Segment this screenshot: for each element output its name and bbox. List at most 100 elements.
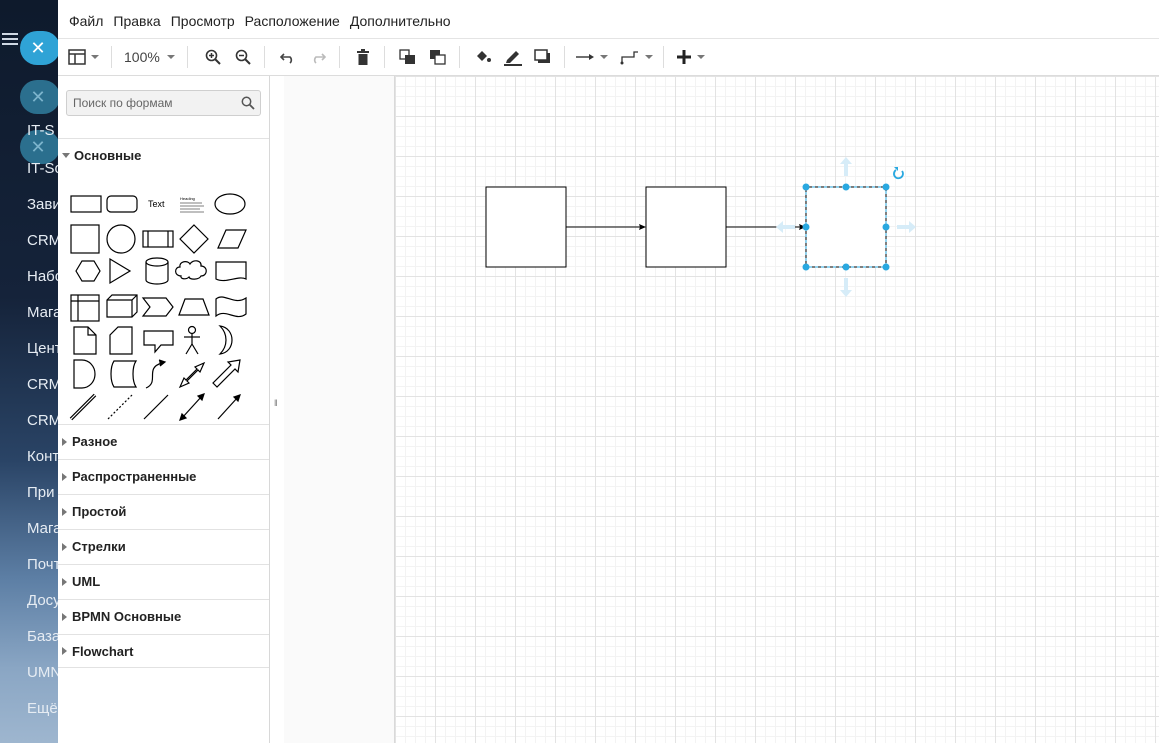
connect-arrow-up-icon[interactable] [840, 157, 852, 176]
shape-data-storage[interactable] [73, 359, 96, 389]
shape-note[interactable] [73, 326, 97, 355]
shape-hexagon[interactable] [75, 260, 101, 282]
background-app-item[interactable]: Мага [27, 304, 58, 321]
shape-document[interactable] [215, 261, 247, 282]
shape-ellipse[interactable] [214, 193, 246, 215]
to-front-button[interactable] [395, 44, 421, 70]
background-app-item[interactable]: Мага [27, 520, 58, 537]
diagram-page[interactable] [394, 76, 1159, 743]
close-bubble-icon[interactable]: ✕ [20, 31, 58, 65]
shape-cube[interactable] [106, 294, 138, 318]
zoom-in-button[interactable] [200, 44, 226, 70]
connect-arrow-down-icon[interactable] [840, 278, 852, 297]
connect-arrow-left-icon[interactable] [776, 221, 795, 233]
diagram-box-3[interactable] [805, 186, 887, 268]
shape-callout[interactable] [143, 330, 174, 354]
shape-square[interactable] [70, 224, 100, 254]
shape-cylinder[interactable] [145, 257, 169, 285]
menu-edit[interactable]: Правка [113, 13, 160, 29]
background-app-item[interactable]: UMN [27, 664, 58, 681]
shape-heading[interactable]: Heading [180, 196, 195, 201]
shape-curve-arrow[interactable] [145, 362, 163, 389]
resize-handle-ne[interactable] [882, 183, 890, 191]
shape-line[interactable] [143, 394, 169, 420]
shape-bidirectional-connector[interactable] [179, 393, 205, 421]
waypoints-dropdown[interactable] [620, 44, 653, 70]
section-arrows[interactable]: Стрелки [58, 529, 269, 563]
background-app-item[interactable]: Ещё [27, 700, 58, 717]
background-app-item[interactable]: Досу [27, 592, 58, 609]
shape-rounded-rectangle[interactable] [106, 195, 138, 213]
background-app-item[interactable]: CRM [27, 412, 58, 429]
search-icon[interactable] [241, 96, 255, 110]
shape-cloud[interactable] [175, 260, 207, 280]
shape-step[interactable] [141, 297, 174, 317]
background-app-item[interactable]: Цент [27, 340, 58, 357]
background-app-item[interactable]: CRM [27, 232, 58, 249]
menu-file[interactable]: Файл [69, 13, 103, 29]
insert-dropdown[interactable] [676, 44, 705, 70]
redo-button[interactable] [305, 44, 331, 70]
resize-handle-w[interactable] [802, 223, 810, 231]
shape-stored-data[interactable] [110, 360, 138, 388]
section-bpmn[interactable]: BPMN Основные [58, 599, 269, 633]
shape-parallelogram[interactable] [217, 229, 247, 249]
section-general[interactable]: Основные [58, 138, 269, 172]
shape-bidirectional-arrow[interactable] [178, 361, 206, 389]
menu-view[interactable]: Просмотр [171, 13, 235, 29]
menu-arrange[interactable]: Расположение [245, 13, 340, 29]
shape-dashed-line[interactable] [107, 394, 133, 420]
resize-handle-sw[interactable] [802, 263, 810, 271]
shape-circle[interactable] [106, 224, 136, 254]
close-bubble-icon[interactable]: ✕ [20, 80, 58, 114]
background-app-item[interactable]: Почт [27, 556, 58, 573]
shape-rectangle[interactable] [70, 195, 102, 213]
background-app-item[interactable]: CRM [27, 376, 58, 393]
hamburger-menu-icon[interactable] [2, 30, 18, 48]
background-app-item[interactable]: База [27, 628, 58, 645]
shape-single-arrow[interactable] [212, 359, 241, 388]
shape-tape[interactable] [215, 296, 247, 318]
rotate-handle-icon[interactable] [893, 167, 904, 180]
undo-button[interactable] [275, 44, 301, 70]
shape-directional-connector[interactable] [217, 394, 241, 420]
to-back-button[interactable] [425, 44, 451, 70]
background-app-item[interactable]: IT-So [27, 160, 58, 177]
fill-color-button[interactable] [470, 44, 496, 70]
shape-search-input[interactable] [67, 91, 239, 115]
resize-handle-se[interactable] [882, 263, 890, 271]
zoom-dropdown[interactable]: 100% [124, 44, 175, 70]
background-app-item[interactable]: IT-S [27, 122, 55, 139]
section-advanced[interactable]: Распространенные [58, 459, 269, 493]
connect-arrow-right-icon[interactable] [897, 221, 916, 233]
shape-diamond[interactable] [179, 224, 209, 254]
zoom-out-button[interactable] [230, 44, 256, 70]
background-app-item[interactable]: Набо [27, 268, 58, 285]
resize-handle-nw[interactable] [802, 183, 810, 191]
diagram-box-1[interactable] [485, 186, 567, 268]
section-uml[interactable]: UML [58, 564, 269, 598]
diagram-box-2[interactable] [645, 186, 727, 268]
shape-triangle[interactable] [109, 257, 132, 285]
shape-process[interactable] [142, 230, 174, 248]
line-color-button[interactable] [500, 44, 526, 70]
background-app-item[interactable]: Конт [27, 448, 58, 465]
resize-handle-e[interactable] [882, 223, 890, 231]
delete-button[interactable] [350, 44, 376, 70]
shape-or[interactable] [218, 325, 233, 355]
connection-style-dropdown[interactable] [575, 44, 608, 70]
format-panel-button[interactable] [68, 44, 99, 70]
shape-actor[interactable] [184, 325, 200, 355]
resize-handle-s[interactable] [842, 263, 850, 271]
shape-trapezoid[interactable] [178, 298, 210, 316]
section-misc[interactable]: Разное [58, 424, 269, 458]
background-app-item[interactable]: При [27, 484, 55, 501]
shadow-button[interactable] [530, 44, 556, 70]
section-flowchart[interactable]: Flowchart [58, 634, 269, 668]
background-app-item[interactable]: Зави [27, 196, 58, 213]
shape-text[interactable]: Text [148, 199, 165, 209]
shape-internal-storage[interactable] [70, 294, 100, 322]
section-basic[interactable]: Простой [58, 494, 269, 528]
shape-card[interactable] [109, 326, 133, 355]
menu-extras[interactable]: Дополнительно [350, 13, 451, 29]
